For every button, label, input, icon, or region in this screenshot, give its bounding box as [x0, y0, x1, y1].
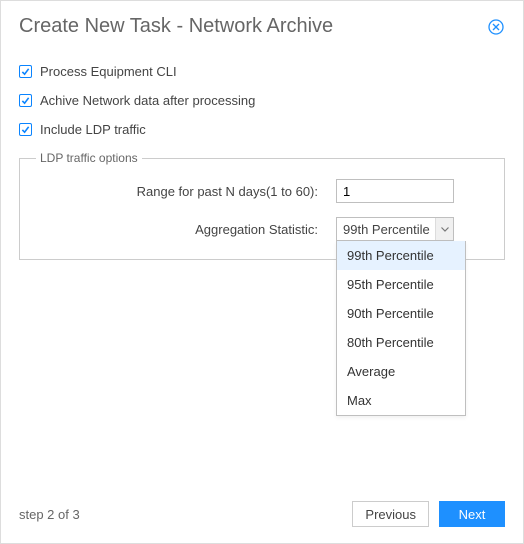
- aggregation-select[interactable]: 99th Percentile: [336, 217, 454, 241]
- aggregation-option[interactable]: Max: [337, 386, 465, 415]
- checkbox-archive-network[interactable]: [19, 94, 32, 107]
- range-label: Range for past N days(1 to 60):: [36, 184, 336, 199]
- aggregation-option[interactable]: 90th Percentile: [337, 299, 465, 328]
- check-icon: [21, 67, 30, 76]
- footer-buttons: Previous Next: [352, 501, 505, 527]
- checkbox-archive-network-row: Achive Network data after processing: [19, 93, 505, 108]
- aggregation-label: Aggregation Statistic:: [36, 222, 336, 237]
- range-input[interactable]: [336, 179, 454, 203]
- aggregation-selected-text: 99th Percentile: [343, 222, 430, 237]
- check-icon: [21, 96, 30, 105]
- checkbox-process-equipment[interactable]: [19, 65, 32, 78]
- checkbox-include-ldp-row: Include LDP traffic: [19, 122, 505, 137]
- aggregation-row: Aggregation Statistic: 99th Percentile 9…: [36, 217, 488, 241]
- create-task-dialog: Create New Task - Network Archive Proces…: [0, 0, 524, 544]
- checkbox-include-ldp[interactable]: [19, 123, 32, 136]
- checkbox-include-ldp-label: Include LDP traffic: [40, 122, 146, 137]
- range-row: Range for past N days(1 to 60):: [36, 179, 488, 203]
- step-indicator: step 2 of 3: [19, 507, 80, 522]
- close-button[interactable]: [487, 18, 505, 36]
- next-button[interactable]: Next: [439, 501, 505, 527]
- ldp-options-legend: LDP traffic options: [36, 151, 142, 165]
- aggregation-dropdown: 99th Percentile 95th Percentile 90th Per…: [336, 241, 466, 416]
- dialog-header: Create New Task - Network Archive: [1, 1, 523, 48]
- aggregation-option[interactable]: 80th Percentile: [337, 328, 465, 357]
- aggregation-option[interactable]: 95th Percentile: [337, 270, 465, 299]
- dialog-body: Process Equipment CLI Achive Network dat…: [1, 48, 523, 260]
- check-icon: [21, 125, 30, 134]
- dialog-title: Create New Task - Network Archive: [19, 15, 333, 38]
- aggregation-select-wrap: 99th Percentile 99th Percentile 95th Per…: [336, 217, 454, 241]
- checkbox-archive-network-label: Achive Network data after processing: [40, 93, 255, 108]
- previous-button[interactable]: Previous: [352, 501, 429, 527]
- checkbox-process-equipment-label: Process Equipment CLI: [40, 64, 177, 79]
- dialog-footer: step 2 of 3 Previous Next: [1, 487, 523, 543]
- aggregation-option[interactable]: Average: [337, 357, 465, 386]
- close-icon: [488, 19, 504, 35]
- checkbox-process-equipment-row: Process Equipment CLI: [19, 64, 505, 79]
- chevron-down-icon: [435, 218, 453, 240]
- ldp-options-group: LDP traffic options Range for past N day…: [19, 151, 505, 260]
- aggregation-option[interactable]: 99th Percentile: [337, 241, 465, 270]
